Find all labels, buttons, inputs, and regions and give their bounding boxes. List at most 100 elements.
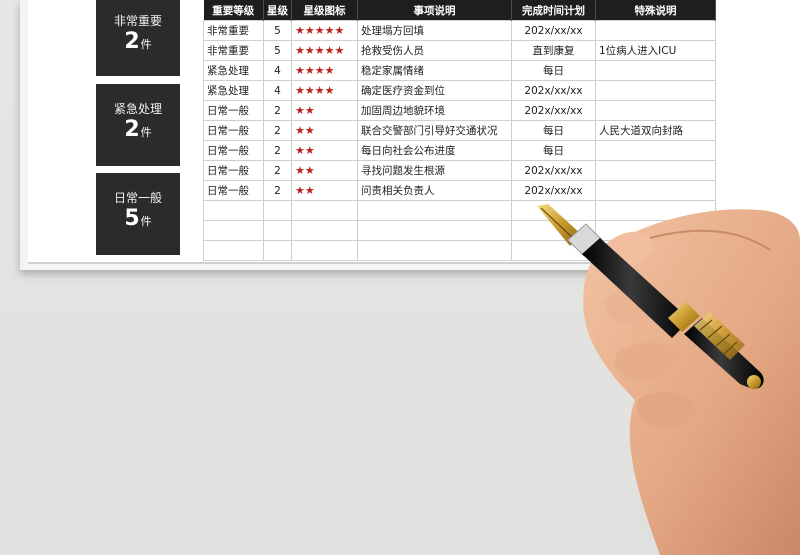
header-star-icons[interactable]: 星级图标 — [291, 0, 358, 21]
cell-stars[interactable]: 2 — [263, 120, 292, 141]
empty-cell[interactable] — [357, 200, 512, 221]
cell-plan[interactable]: 202x/xx/xx — [511, 180, 596, 201]
table-row: 日常一般 2 ★★ 寻找问题发生根源 202x/xx/xx — [203, 160, 716, 181]
summary-label: 紧急处理 — [113, 102, 162, 116]
empty-cell[interactable] — [511, 200, 596, 221]
empty-cell[interactable] — [511, 240, 596, 261]
empty-cell[interactable] — [357, 240, 512, 261]
empty-cell[interactable] — [263, 240, 292, 261]
cell-item[interactable]: 问责相关负责人 — [357, 180, 512, 201]
header-plan[interactable]: 完成时间计划 — [511, 0, 596, 21]
cell-item[interactable]: 加固周边地貌环境 — [357, 100, 512, 121]
cell-stars[interactable]: 4 — [263, 80, 292, 101]
empty-cell[interactable] — [595, 240, 716, 261]
cell-star-icons[interactable]: ★★ — [291, 140, 358, 161]
table-row-empty — [203, 220, 716, 241]
cell-item[interactable]: 处理塌方回填 — [357, 20, 512, 41]
table-row: 非常重要 5 ★★★★★ 抢救受伤人员 直到康复 1位病人进入ICU — [203, 40, 716, 61]
cell-star-icons[interactable]: ★★★★★ — [291, 40, 358, 61]
summary-count: 2 — [124, 29, 140, 54]
cell-note[interactable]: 人民大道双向封路 — [595, 120, 716, 141]
cell-stars[interactable]: 2 — [263, 100, 292, 121]
empty-cell[interactable] — [203, 200, 264, 221]
cell-star-icons[interactable]: ★★★★★ — [291, 20, 358, 41]
cell-note[interactable] — [595, 160, 716, 181]
cell-level[interactable]: 日常一般 — [203, 100, 264, 121]
cell-star-icons[interactable]: ★★ — [291, 180, 358, 201]
summary-unit: 件 — [140, 126, 152, 139]
cell-star-icons[interactable]: ★★ — [291, 120, 358, 141]
summary-panel: 非常重要 2件 紧急处理 2件 日常一般 5件 — [96, 0, 189, 262]
header-item[interactable]: 事项说明 — [357, 0, 512, 21]
cell-plan[interactable]: 202x/xx/xx — [511, 20, 596, 41]
table-body: 非常重要 5 ★★★★★ 处理塌方回填 202x/xx/xx 非常重要 5 ★★★★★ 抢救受伤… — [203, 20, 716, 261]
empty-cell[interactable] — [357, 220, 512, 241]
cell-item[interactable]: 联合交警部门引导好交通状况 — [357, 120, 512, 141]
cell-level[interactable]: 日常一般 — [203, 160, 264, 181]
empty-cell[interactable] — [291, 220, 358, 241]
cell-plan[interactable]: 202x/xx/xx — [511, 160, 596, 181]
cell-plan[interactable]: 每日 — [511, 60, 596, 81]
empty-cell[interactable] — [203, 240, 264, 261]
summary-count: 2 — [124, 117, 140, 142]
empty-cell[interactable] — [511, 220, 596, 241]
empty-cell[interactable] — [263, 220, 292, 241]
cell-level[interactable]: 紧急处理 — [203, 80, 264, 101]
cell-note[interactable]: 1位病人进入ICU — [595, 40, 716, 61]
cell-stars[interactable]: 2 — [263, 160, 292, 181]
cell-star-icons[interactable]: ★★★★ — [291, 80, 358, 101]
header-level[interactable]: 重要等级 — [203, 0, 264, 21]
cell-stars[interactable]: 2 — [263, 140, 292, 161]
cell-plan[interactable]: 202x/xx/xx — [511, 80, 596, 101]
cell-item[interactable]: 寻找问题发生根源 — [357, 160, 512, 181]
cell-level[interactable]: 紧急处理 — [203, 60, 264, 81]
table-header-row: 重要等级 星级 星级图标 事项说明 完成时间计划 特殊说明 — [203, 0, 716, 21]
empty-cell[interactable] — [203, 220, 264, 241]
summary-card-urgent: 紧急处理 2件 — [96, 84, 180, 166]
cell-level[interactable]: 非常重要 — [203, 20, 264, 41]
cell-note[interactable] — [595, 60, 716, 81]
table-row: 日常一般 2 ★★ 问责相关负责人 202x/xx/xx — [203, 180, 716, 201]
empty-cell[interactable] — [263, 200, 292, 221]
cell-stars[interactable]: 2 — [263, 180, 292, 201]
cell-plan[interactable]: 202x/xx/xx — [511, 100, 596, 121]
cell-level[interactable]: 日常一般 — [203, 140, 264, 161]
cell-plan[interactable]: 每日 — [511, 140, 596, 161]
empty-cell[interactable] — [291, 240, 358, 261]
summary-unit: 件 — [140, 38, 152, 51]
cell-plan[interactable]: 每日 — [511, 120, 596, 141]
cell-level[interactable]: 日常一般 — [203, 180, 264, 201]
cell-stars[interactable]: 5 — [263, 40, 292, 61]
header-note[interactable]: 特殊说明 — [595, 0, 716, 21]
cell-star-icons[interactable]: ★★ — [291, 100, 358, 121]
cell-stars[interactable]: 5 — [263, 20, 292, 41]
summary-label: 非常重要 — [113, 14, 162, 28]
cell-level[interactable]: 非常重要 — [203, 40, 264, 61]
table-row-empty — [203, 240, 716, 261]
cell-plan[interactable]: 直到康复 — [511, 40, 596, 61]
empty-cell[interactable] — [595, 200, 716, 221]
summary-unit: 件 — [140, 215, 152, 228]
cell-stars[interactable]: 4 — [263, 60, 292, 81]
spreadsheet-paper: 非常重要 2件 紧急处理 2件 日常一般 5件 重要等级 星级 星级图标 事项说… — [20, 0, 800, 270]
table-row: 紧急处理 4 ★★★★ 稳定家属情绪 每日 — [203, 60, 716, 81]
cell-note[interactable] — [595, 180, 716, 201]
cell-star-icons[interactable]: ★★★★ — [291, 60, 358, 81]
table-row: 日常一般 2 ★★ 加固周边地貌环境 202x/xx/xx — [203, 100, 716, 121]
table-row: 日常一般 2 ★★ 联合交警部门引导好交通状况 每日 人民大道双向封路 — [203, 120, 716, 141]
cell-level[interactable]: 日常一般 — [203, 120, 264, 141]
cell-item[interactable]: 抢救受伤人员 — [357, 40, 512, 61]
header-stars[interactable]: 星级 — [263, 0, 292, 21]
empty-cell[interactable] — [291, 200, 358, 221]
cell-item[interactable]: 每日向社会公布进度 — [357, 140, 512, 161]
cell-note[interactable] — [595, 140, 716, 161]
summary-card-very-important: 非常重要 2件 — [96, 0, 180, 76]
cell-item[interactable]: 确定医疗资金到位 — [357, 80, 512, 101]
cell-note[interactable] — [595, 80, 716, 101]
cell-item[interactable]: 稳定家属情绪 — [357, 60, 512, 81]
empty-cell[interactable] — [595, 220, 716, 241]
cell-note[interactable] — [595, 100, 716, 121]
cell-star-icons[interactable]: ★★ — [291, 160, 358, 181]
table-row: 日常一般 2 ★★ 每日向社会公布进度 每日 — [203, 140, 716, 161]
cell-note[interactable] — [595, 20, 716, 41]
